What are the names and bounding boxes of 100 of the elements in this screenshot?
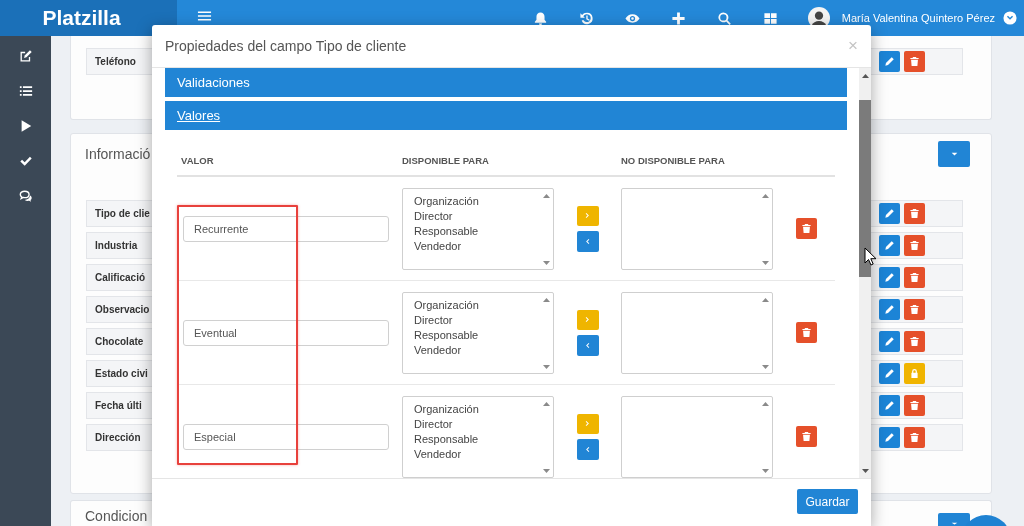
grid-icon[interactable] [762,10,778,26]
scroll-up-icon[interactable] [543,401,550,406]
column-header: NO DISPONIBLE PARA [621,154,726,166]
value-field[interactable]: Eventual [183,319,389,346]
delete-button[interactable] [904,331,925,352]
field-label: Estado civi [95,368,148,379]
trash-icon [800,327,812,338]
chevron-down-icon[interactable] [1003,11,1017,25]
pencil-icon [884,56,895,67]
trash-icon [909,56,920,67]
list-icon[interactable] [18,84,33,98]
chevron-right-icon [583,315,592,324]
trash-icon [909,272,920,283]
chevron-right-icon [583,211,592,220]
listbox-option[interactable]: Organización [414,401,479,417]
plus-icon[interactable] [670,10,686,26]
edit-button[interactable] [879,363,900,384]
save-button[interactable]: Guardar [797,489,858,514]
trash-icon [909,432,920,443]
delete-button[interactable] [904,267,925,288]
edit-button[interactable] [879,395,900,416]
section-heading[interactable]: Valores [165,101,847,130]
pencil-icon [884,432,895,443]
pencil-icon [884,400,895,411]
field-label: Dirección [95,432,141,443]
edit-button[interactable] [879,51,900,72]
pencil-icon [884,272,895,283]
field-label: Fecha últi [95,400,142,411]
listbox[interactable]: Organización Director Responsable Vendedor [402,291,554,374]
delete-button[interactable] [904,299,925,320]
listbox-option[interactable]: Responsable [414,432,479,448]
user-name[interactable]: María Valentina Quintero Pérez [841,12,995,24]
comments-icon[interactable] [18,189,33,203]
scroll-down-icon[interactable] [543,468,550,473]
pencil-icon [884,368,895,379]
field-label: Teléfono [95,56,136,67]
listbox[interactable]: Organización Director Responsable Vendedor [402,187,554,270]
listbox-option[interactable]: Director [414,208,453,225]
pencil-icon [884,336,895,347]
column-header: DISPONIBLE PARA [402,154,490,166]
scroll-down-icon[interactable] [543,364,550,369]
modal-title: Propiedades del campo Tipo de cliente [165,38,407,54]
listbox-option[interactable]: Vendedor [414,447,462,463]
scroll-down-icon[interactable] [861,469,869,473]
scroll-down-icon[interactable] [762,468,769,473]
delete-button[interactable] [795,322,817,343]
delete-button[interactable] [904,427,925,448]
move-left-button[interactable] [576,230,599,252]
section-heading[interactable]: Validaciones [165,68,847,97]
listbox-option[interactable]: Director [414,312,453,329]
delete-button[interactable] [904,395,925,416]
listbox-option[interactable]: Director [414,416,453,433]
listbox-option[interactable]: Organización [414,193,479,209]
scroll-up-icon[interactable] [543,193,550,198]
menu-icon[interactable] [197,10,212,22]
scroll-down-icon[interactable] [762,364,769,369]
scroll-up-icon[interactable] [762,401,769,406]
edit-button[interactable] [879,203,900,224]
listbox-option[interactable]: Vendedor [414,239,462,255]
pencil-icon [884,208,895,219]
value-field[interactable]: Recurrente [183,215,389,242]
listbox-option[interactable]: Vendedor [414,343,462,359]
delete-button[interactable] [904,203,925,224]
edit-button[interactable] [879,299,900,320]
section-title: Informació [85,146,151,162]
chevron-right-icon [583,419,592,428]
listbox-option[interactable]: Organización [414,297,479,313]
field-label: Chocolate [95,336,144,347]
edit-button[interactable] [879,331,900,352]
history-icon[interactable] [578,10,594,26]
listbox-option[interactable]: Responsable [414,224,479,240]
chevron-left-icon [583,236,592,246]
value-field[interactable]: Especial [183,423,389,450]
delete-button[interactable] [795,426,817,447]
trash-icon [909,208,920,219]
edit-button[interactable] [879,267,900,288]
delete-button[interactable] [904,51,925,72]
move-left-button[interactable] [576,438,599,460]
delete-button[interactable] [795,218,817,239]
edit-button[interactable] [879,427,900,448]
move-left-button[interactable] [576,334,599,356]
scroll-up-icon[interactable] [543,297,550,302]
listbox-option[interactable]: Responsable [414,328,479,344]
search-icon[interactable] [716,10,732,26]
listbox[interactable]: Organización Director Responsable Vendedor [402,395,554,478]
chevron-left-icon [583,444,592,454]
edit-icon[interactable] [18,49,33,63]
column-header: VALOR [181,154,215,166]
app-logo[interactable]: Platzilla [0,0,177,36]
bell-icon[interactable] [532,10,548,26]
caret-icon [949,150,959,158]
check-icon[interactable] [18,154,33,168]
scroll-up-icon[interactable] [762,297,769,302]
trash-icon [909,336,920,347]
lock-icon [909,368,920,379]
scroll-up-icon[interactable] [762,193,769,198]
delete-button[interactable] [904,235,925,256]
scrollbar-thumb[interactable] [859,100,871,277]
field-label: Tipo de clie [95,208,150,219]
edit-button[interactable] [879,235,900,256]
